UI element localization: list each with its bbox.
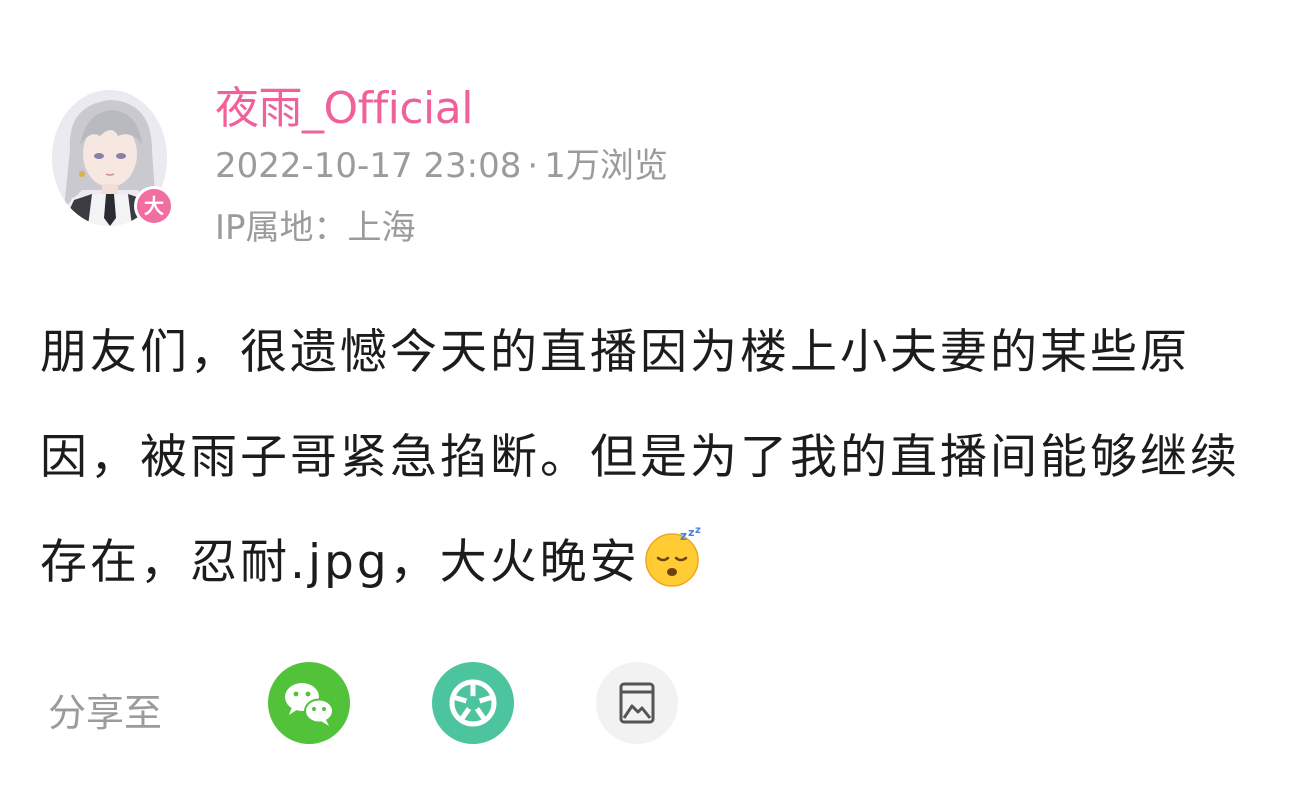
- moments-icon: [449, 679, 497, 727]
- share-label: 分享至: [48, 691, 163, 735]
- share-moments-button[interactable]: [432, 662, 514, 744]
- level-badge: 大: [134, 186, 174, 226]
- share-save-image-button[interactable]: [596, 662, 678, 744]
- svg-text:z: z: [695, 526, 704, 536]
- sleeping-face-emoji: z z z: [642, 520, 704, 587]
- author-name[interactable]: 夜雨_Official: [215, 72, 473, 136]
- wechat-icon: [285, 683, 334, 726]
- meta-separator: ·: [527, 146, 539, 186]
- image-icon: [619, 682, 655, 724]
- post-detail-page: 大 夜雨_Official 2022-10-17 23:08 · 1万浏览 IP属地…: [0, 0, 1300, 812]
- post-meta: 2022-10-17 23:08 · 1万浏览: [215, 138, 668, 187]
- share-bar: 分享至: [48, 660, 748, 746]
- view-count: 1万浏览: [544, 146, 668, 186]
- share-wechat-button[interactable]: [268, 662, 350, 744]
- post-content: 朋友们，很遗憾今天的直播因为楼上小夫妻的某些原因，被雨子哥紧急掐断。但是为了我的…: [40, 300, 1270, 615]
- author-avatar-container[interactable]: 大: [52, 90, 174, 230]
- post-date: 2022-10-17 23:08: [215, 146, 522, 186]
- ip-location: IP属地：上海: [215, 208, 416, 248]
- post-text: 朋友们，很遗憾今天的直播因为楼上小夫妻的某些原因，被雨子哥紧急掐断。但是为了我的…: [40, 325, 1240, 590]
